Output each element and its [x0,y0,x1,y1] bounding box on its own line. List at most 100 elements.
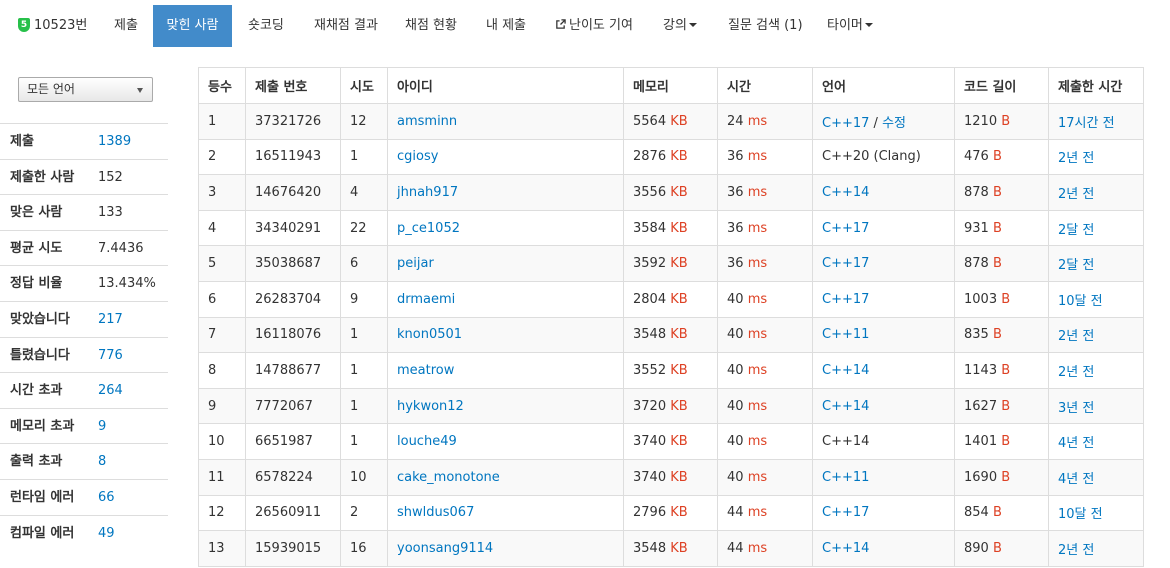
language-value[interactable]: C++14 [822,363,869,378]
user-link[interactable]: knon0501 [397,327,462,342]
submitted-time-link[interactable]: 17시간 전 [1058,116,1115,131]
tab-question-search[interactable]: 질문 검색 (1) [728,5,803,47]
user-link[interactable]: hykwon12 [397,399,464,414]
stat-value[interactable]: 776 [98,338,123,373]
stat-value[interactable]: 8 [98,444,106,479]
time-value: 40 [727,398,744,414]
length-unit: B [1001,398,1011,414]
language-value[interactable]: C++14 [822,399,869,414]
time-unit: ms [747,540,768,556]
user-link[interactable]: meatrow [397,363,454,378]
user-link[interactable]: jhnah917 [397,185,458,200]
edit-link[interactable]: 수정 [882,116,906,131]
time-unit: ms [747,362,768,378]
submission-id: 37321726 [255,113,322,129]
stat-value[interactable]: 1389 [98,124,131,159]
tries-value: 12 [350,113,367,129]
submitted-time-link[interactable]: 2년 전 [1058,365,1094,380]
time-value: 40 [727,469,744,485]
rank-cell: 7 [198,316,246,354]
submission-id: 34340291 [255,220,322,236]
external-link-icon [556,19,566,29]
tab-lectures[interactable]: 강의 [663,5,697,47]
user-link[interactable]: amsminn [397,114,457,129]
stat-row: 평균 시도 7.4436 [0,229,168,266]
language-value[interactable]: C++17 [822,292,869,307]
language-value[interactable]: C++17 [822,505,869,520]
tab-correct-users[interactable]: 맞힌 사람 [153,5,232,47]
rank-value: 12 [208,505,225,521]
submitted-time-link[interactable]: 2달 전 [1058,223,1094,238]
stat-value[interactable]: 49 [98,516,115,551]
stat-value: 13.434% [98,276,156,292]
stat-value[interactable]: 217 [98,302,123,337]
stat-value[interactable]: 9 [98,409,106,444]
submitted-time-link[interactable]: 4년 전 [1058,472,1094,487]
tab-status[interactable]: 채점 현황 [405,5,457,47]
user-link[interactable]: shwldus067 [397,505,474,520]
stat-label: 제출한 사람 [10,169,75,185]
length-unit: B [1001,291,1011,307]
language-value[interactable]: C++17 [822,256,869,271]
submitted-time-link[interactable]: 10달 전 [1058,294,1103,309]
language-value[interactable]: C++17 [822,221,869,236]
stat-row: 정답 비율 13.434% [0,265,168,301]
tab-timer[interactable]: 타이머 [827,5,873,47]
submitted-time-link[interactable]: 10달 전 [1058,507,1103,522]
submission-cell: 6651987 [245,423,341,460]
user-link[interactable]: cake_monotone [397,470,500,485]
rank-value: 7 [208,327,217,343]
stat-value[interactable]: 66 [98,480,115,515]
submitted-time-link[interactable]: 2년 전 [1058,187,1094,202]
language-value[interactable]: C++11 [822,327,869,342]
tab-rejudge-results[interactable]: 재채점 결과 [314,5,378,47]
stat-row: 제출한 사람 152 [0,158,168,195]
length-value: 890 [964,540,989,556]
submitted-time-link[interactable]: 2달 전 [1058,258,1094,273]
stat-value[interactable]: 264 [98,373,123,408]
time-cell: 40 ms [717,352,813,389]
length-unit: B [1001,113,1011,129]
stat-label: 정답 비율 [10,276,63,292]
time-unit: ms [747,256,768,272]
submitted-time-link[interactable]: 2년 전 [1058,151,1094,166]
user-link[interactable]: louche49 [397,434,457,449]
submitted-time-link[interactable]: 3년 전 [1058,401,1094,416]
tries-cell: 1 [340,138,388,176]
memory-unit: KB [670,220,688,236]
user-link[interactable]: yoonsang9114 [397,541,493,556]
user-link[interactable]: p_ce1052 [397,221,460,236]
user-link[interactable]: peijar [397,256,434,271]
language-value[interactable]: C++14 [822,541,869,556]
submitted-time-link[interactable]: 4년 전 [1058,436,1094,451]
tries-value: 16 [350,540,367,556]
time-value: 40 [727,291,744,307]
language-value[interactable]: C++17 [822,116,869,131]
rank-value: 6 [208,291,217,307]
time-cell: 40 ms [717,458,813,496]
table-row: 5 35038687 6 peijar 3592 KB 36 ms C++17 878 B 2달… [198,245,1144,282]
user-link[interactable]: drmaemi [397,292,455,307]
submitted-time-link[interactable]: 2년 전 [1058,543,1094,558]
language-select[interactable]: 모든 언어 [18,77,153,102]
user-link[interactable]: cgiosy [397,149,438,164]
tab-submit[interactable]: 제출 [114,5,138,47]
tab-difficulty-contribution[interactable]: 난이도 기여 [555,5,633,47]
language-value[interactable]: C++14 [822,185,869,200]
stat-label: 제출 [10,134,34,149]
rank-cell: 10 [198,423,246,460]
tab-short-coding[interactable]: 숏코딩 [248,5,284,47]
memory-unit: KB [670,291,688,307]
length-value: 1210 [964,113,998,129]
tab-my-submissions[interactable]: 내 제출 [486,5,526,47]
tries-value: 22 [350,220,367,236]
col-time-header: 시간 [717,67,813,104]
rank-value: 4 [208,220,217,236]
language-value[interactable]: C++11 [822,470,869,485]
stat-label: 컴파일 에러 [10,525,75,541]
length-unit: B [1001,434,1011,450]
language-cell: C++17 [812,245,955,282]
submitted-cell: 10달 전 [1048,494,1144,532]
problem-number-link[interactable]: 5 10523번 [18,5,87,47]
submitted-time-link[interactable]: 2년 전 [1058,329,1094,344]
